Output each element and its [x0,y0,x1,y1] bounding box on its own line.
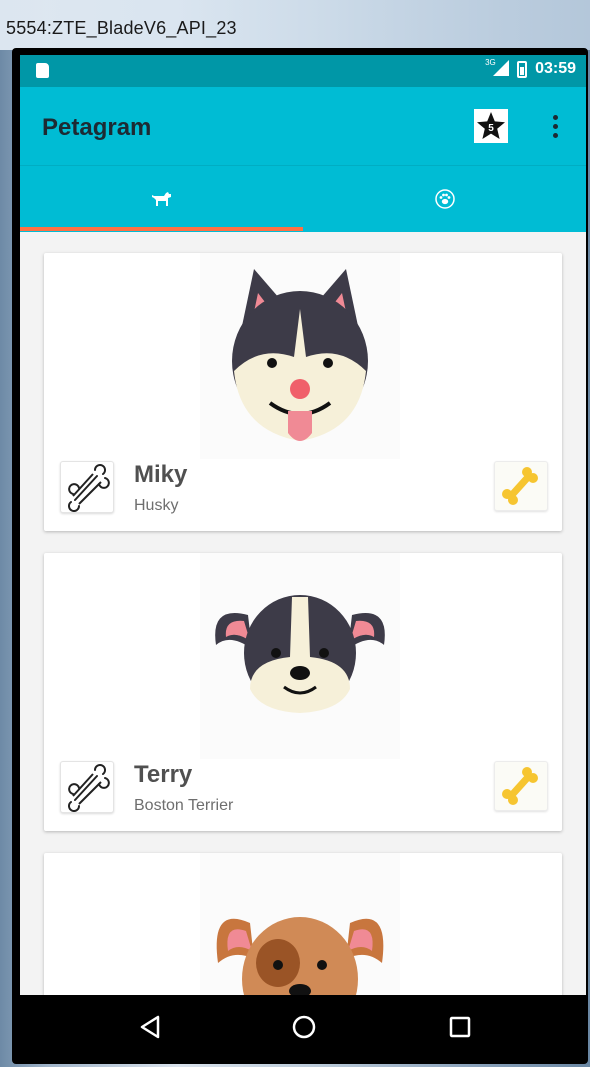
phone-screen: 3G 03:59 Petagram 5 Miky Husky Terry Bos… [20,55,586,1060]
app-title: Petagram [42,114,152,141]
dog-icon [151,192,171,206]
favorites-count: 5 [488,123,494,134]
rating-button[interactable] [494,461,548,511]
pet-breed: Husky [134,497,179,514]
like-button[interactable] [60,461,114,513]
back-button[interactable] [128,1005,172,1049]
pet-name: Miky [134,461,188,488]
tab-pets[interactable] [20,166,303,232]
tab-bar [20,165,586,232]
tab-indicator [20,227,303,231]
overflow-menu-button[interactable] [540,107,570,145]
signal-icon: 3G [485,58,510,78]
sd-card-icon [36,63,49,78]
boston-terrier-face-icon [200,553,400,759]
status-bar: 3G 03:59 [20,55,586,87]
recents-square-icon [449,1016,471,1038]
tab-profile[interactable] [303,166,586,232]
home-circle-icon [292,1015,316,1039]
favorites-button[interactable]: 5 [474,109,508,143]
more-vert-icon [552,114,558,120]
emulator-title: 5554:ZTE_BladeV6_API_23 [6,18,237,38]
bone-outline-icon [68,764,110,812]
paw-icon [434,189,455,209]
system-nav-bar [20,995,586,1060]
pet-breed: Boston Terrier [134,797,234,814]
star-icon: 5 [477,112,505,139]
battery-icon [517,60,528,78]
like-button[interactable] [60,761,114,813]
recents-button[interactable] [438,1005,482,1049]
pet-card: Terry Boston Terrier [44,553,562,831]
rating-button[interactable] [494,761,548,811]
app-bar: Petagram 5 [20,87,586,165]
status-clock: 03:59 [535,60,576,77]
back-triangle-icon [140,1015,160,1039]
bone-yellow-icon [502,467,538,505]
husky-face-icon [200,253,400,459]
pet-name: Terry [134,761,193,788]
home-button[interactable] [282,1005,326,1049]
emulator-title-bar: 5554:ZTE_BladeV6_API_23 [0,0,590,50]
bone-yellow-icon [502,767,538,805]
pet-card: Miky Husky [44,253,562,531]
bone-outline-icon [68,464,110,512]
